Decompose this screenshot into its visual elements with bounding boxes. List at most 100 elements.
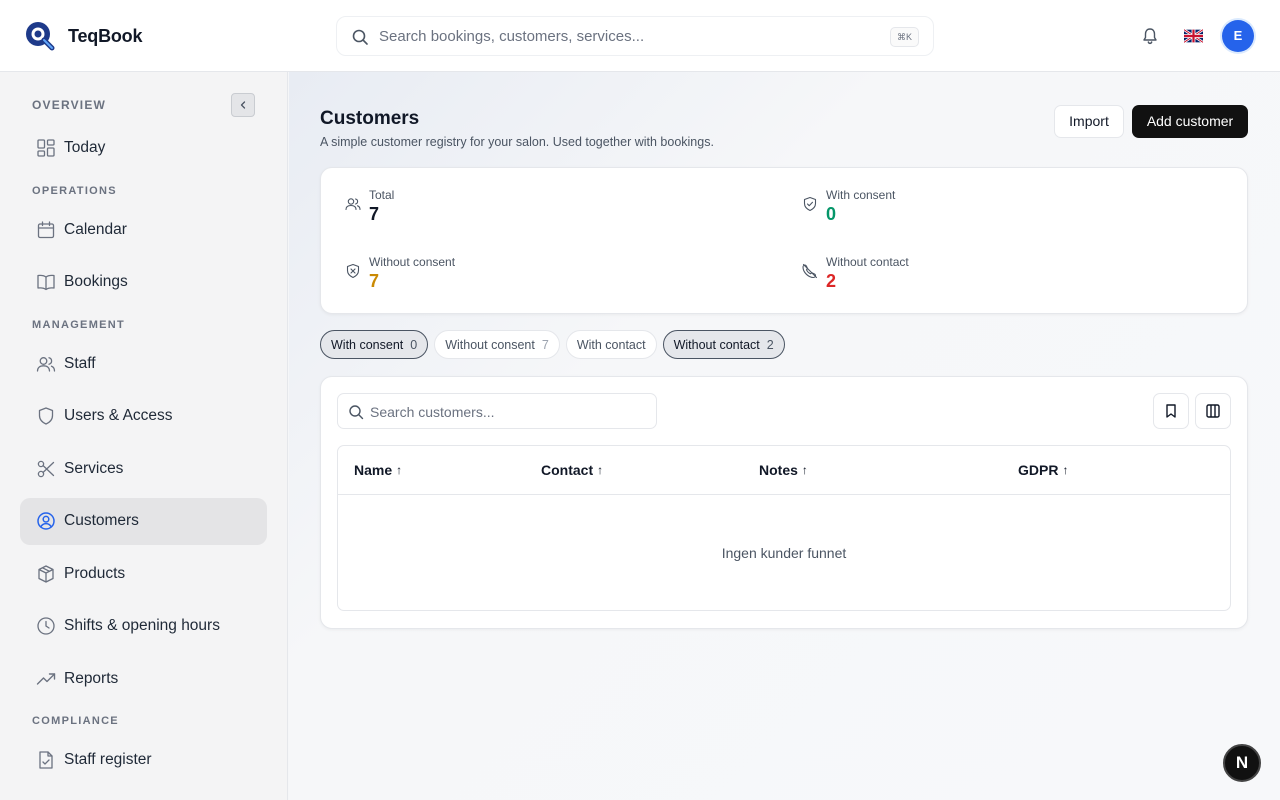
columns-icon (1206, 404, 1220, 418)
user-circle-icon (37, 512, 55, 530)
filter-chips: With consent 0 Without consent 7 With co… (320, 330, 785, 359)
sort-arrow-icon: ↑ (597, 463, 604, 477)
search-icon (352, 29, 368, 45)
sidebar-item-label: Staff (64, 355, 96, 372)
page-subtitle: A simple customer registry for your salo… (320, 135, 714, 149)
customers-table: Name ↑ Contact ↑ Notes ↑ GDPR ↑ Ingen ku… (337, 445, 1231, 611)
column-header-label: GDPR (1018, 462, 1059, 478)
sort-arrow-icon: ↑ (1062, 463, 1069, 477)
collapse-sidebar-button[interactable] (231, 93, 255, 117)
customer-search-placeholder: Search customers... (370, 404, 495, 420)
bell-icon[interactable] (1140, 26, 1160, 46)
search-icon (349, 405, 364, 420)
column-header-name[interactable]: Name ↑ (354, 462, 402, 478)
sidebar-item-users-access[interactable]: Users & Access (20, 393, 267, 440)
shield-x-icon (346, 263, 360, 279)
stat-label: With consent (826, 188, 896, 202)
top-bar: TeqBook Search bookings, customers, serv… (0, 0, 1280, 72)
book-icon (37, 274, 55, 291)
chip-count: 7 (541, 337, 549, 352)
column-header-label: Notes (759, 462, 798, 478)
clock-icon (37, 617, 55, 635)
filter-chip-with-consent[interactable]: With consent 0 (320, 330, 429, 359)
sidebar-item-staff-register[interactable]: Staff register (20, 737, 267, 784)
bookmark-icon (1166, 404, 1176, 418)
sidebar: OVERVIEW Today OPERATIONS Calendar Booki… (0, 72, 288, 800)
sidebar-item-calendar[interactable]: Calendar (20, 207, 267, 254)
filter-chip-without-consent[interactable]: Without consent 7 (434, 330, 560, 359)
sidebar-item-label: Reports (64, 670, 119, 687)
sidebar-item-label: Shifts & opening hours (64, 617, 220, 634)
trending-up-icon (36, 673, 56, 685)
sidebar-item-today[interactable]: Today (20, 125, 267, 172)
section-label-management: MANAGEMENT (32, 319, 126, 331)
sidebar-item-label: Customers (64, 512, 139, 529)
section-label-operations: OPERATIONS (32, 185, 117, 197)
global-search-placeholder: Search bookings, customers, services... (379, 28, 645, 45)
sidebar-item-services[interactable]: Services (20, 446, 267, 493)
section-label-overview: OVERVIEW (32, 98, 107, 112)
column-header-gdpr[interactable]: GDPR ↑ (1018, 462, 1068, 478)
brand-name: TeqBook (68, 25, 143, 46)
sidebar-item-staff[interactable]: Staff (20, 341, 267, 388)
stat-value: 0 (826, 204, 837, 224)
chip-label: Without consent (445, 337, 535, 352)
stat-label: Without consent (369, 255, 456, 269)
sidebar-item-label: Calendar (64, 221, 127, 238)
uk-flag-icon[interactable] (1184, 29, 1203, 43)
chevron-left-icon (240, 101, 246, 109)
phone-off-icon (802, 263, 818, 279)
page-title: Customers (320, 108, 420, 129)
package-icon (38, 565, 54, 583)
search-shortcut-hint: ⌘K (889, 27, 919, 47)
stats-card: Total 7 With consent 0 Without consent 7 (320, 167, 1248, 314)
teqbook-logo-icon (26, 22, 55, 51)
brand[interactable]: TeqBook (24, 20, 142, 52)
sidebar-item-reports[interactable]: Reports (20, 656, 267, 703)
stat-label: Without contact (826, 255, 909, 269)
column-header-contact[interactable]: Contact ↑ (541, 462, 603, 478)
import-button[interactable]: Import (1054, 105, 1124, 138)
chip-label: With consent (331, 337, 404, 352)
file-check-icon (39, 751, 53, 769)
column-header-label: Name (354, 462, 393, 478)
table-header-divider (338, 494, 1230, 495)
sidebar-item-label: Services (64, 460, 124, 477)
add-customer-button[interactable]: Add customer (1132, 105, 1248, 138)
column-header-label: Contact (541, 462, 594, 478)
filter-chip-with-contact[interactable]: With contact (565, 330, 657, 359)
chip-count: 2 (766, 337, 774, 352)
sort-arrow-icon: ↑ (396, 463, 403, 477)
column-header-notes[interactable]: Notes ↑ (759, 462, 808, 478)
user-avatar[interactable]: E (1222, 20, 1254, 52)
section-label-compliance: COMPLIANCE (32, 715, 119, 727)
global-search-input[interactable]: Search bookings, customers, services... … (336, 16, 934, 56)
sidebar-item-products[interactable]: Products (20, 551, 267, 598)
sort-arrow-icon: ↑ (801, 463, 808, 477)
stat-value: 7 (369, 271, 380, 291)
sidebar-item-label: Bookings (64, 273, 128, 290)
customers-table-card: Search customers... Name ↑ Contact ↑ Not… (320, 376, 1248, 629)
columns-button[interactable] (1195, 393, 1231, 429)
next-dev-indicator[interactable]: N (1223, 744, 1261, 782)
users-icon (345, 198, 361, 211)
empty-state-message: Ingen kunder funnet (721, 545, 847, 561)
stat-value: 2 (826, 271, 837, 291)
users-icon (36, 357, 56, 372)
sidebar-item-shifts[interactable]: Shifts & opening hours (20, 603, 267, 650)
saved-views-button[interactable] (1153, 393, 1189, 429)
stat-value: 7 (369, 204, 380, 224)
filter-chip-without-contact[interactable]: Without contact 2 (662, 330, 785, 359)
sidebar-item-label: Staff register (64, 751, 152, 768)
dashboard-icon (37, 139, 55, 157)
stat-label: Total (369, 188, 395, 202)
sidebar-item-label: Products (64, 565, 126, 582)
sidebar-item-bookings[interactable]: Bookings (20, 259, 267, 306)
chip-count: 0 (410, 337, 418, 352)
scissors-icon (37, 460, 55, 478)
calendar-icon (37, 221, 55, 239)
chip-label: With contact (576, 337, 646, 352)
sidebar-item-customers[interactable]: Customers (20, 498, 267, 545)
customer-search-input[interactable]: Search customers... (337, 393, 657, 429)
shield-check-icon (803, 196, 817, 212)
